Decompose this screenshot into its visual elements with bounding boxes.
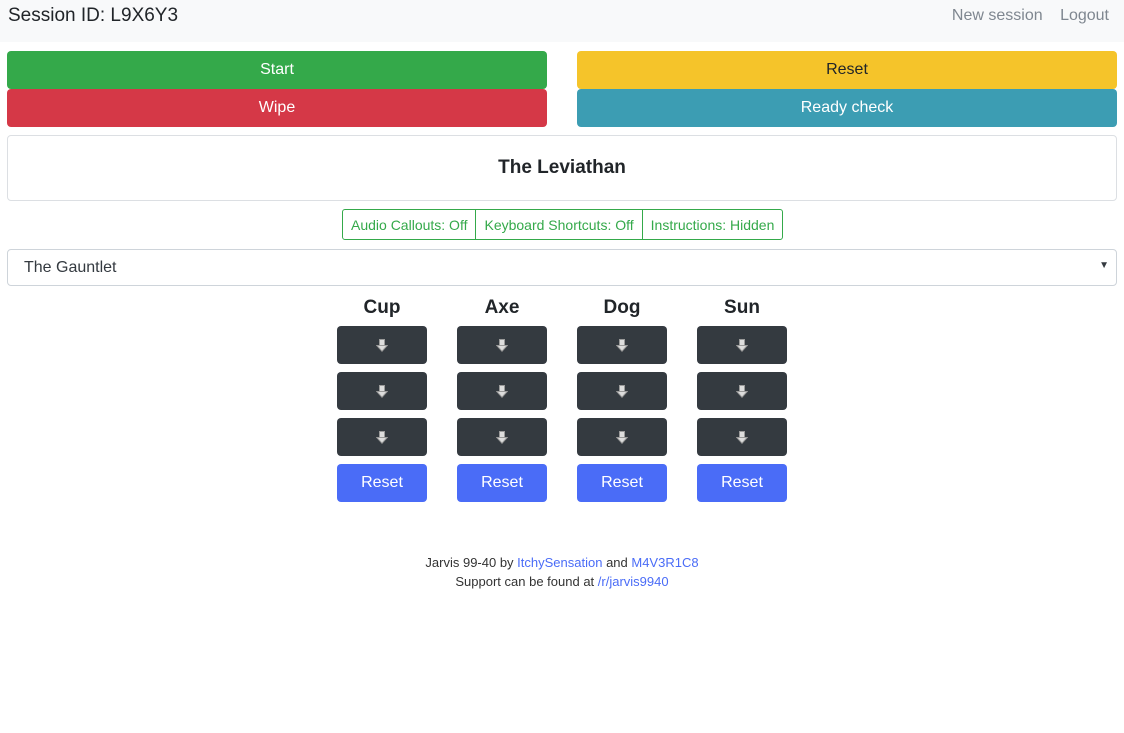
new-session-link[interactable]: New session (952, 7, 1043, 24)
start-button[interactable]: Start (7, 51, 547, 89)
raid-title: The Leviathan (498, 157, 626, 178)
footer-and: and (602, 555, 632, 570)
column-reset-button-sun[interactable]: Reset (697, 464, 787, 502)
slot-cup-1[interactable] (337, 326, 427, 364)
slot-sun-2[interactable] (697, 372, 787, 410)
slot-axe-2[interactable] (457, 372, 547, 410)
column-title-sun: Sun (724, 297, 760, 318)
encounter-select-value: The Gauntlet (24, 258, 117, 276)
encounter-select[interactable]: The Gauntlet ▼ (7, 249, 1117, 286)
down-arrow-icon (376, 338, 388, 352)
nav-links: New session Logout (939, 7, 1109, 25)
column-title-cup: Cup (363, 297, 401, 318)
toggle-group: Audio Callouts: Off Keyboard Shortcuts: … (342, 209, 784, 240)
down-arrow-icon (496, 384, 508, 398)
slot-axe-3[interactable] (457, 418, 547, 456)
slot-cup-3[interactable] (337, 418, 427, 456)
footer: Jarvis 99-40 by ItchySensation and M4V3R… (0, 553, 1124, 591)
down-arrow-icon (616, 338, 628, 352)
slot-dog-3[interactable] (577, 418, 667, 456)
slot-sun-3[interactable] (697, 418, 787, 456)
instructions-toggle[interactable]: Instructions: Hidden (643, 210, 783, 239)
author-link-m4v3r1c8[interactable]: M4V3R1C8 (631, 555, 698, 570)
down-arrow-icon (376, 384, 388, 398)
slot-axe-1[interactable] (457, 326, 547, 364)
down-arrow-icon (496, 430, 508, 444)
column-title-dog: Dog (603, 297, 641, 318)
ready-check-button[interactable]: Ready check (577, 89, 1117, 127)
column-sun: Sun Reset (697, 294, 787, 502)
down-arrow-icon (616, 430, 628, 444)
author-link-itchysensation[interactable]: ItchySensation (517, 555, 602, 570)
logout-link[interactable]: Logout (1060, 7, 1109, 24)
footer-credits: Jarvis 99-40 by ItchySensation and M4V3R… (0, 553, 1124, 572)
down-arrow-icon (376, 430, 388, 444)
down-arrow-icon (496, 338, 508, 352)
column-dog: Dog Reset (577, 294, 667, 502)
navbar: Session ID: L9X6Y3 New session Logout (0, 0, 1124, 42)
slot-sun-1[interactable] (697, 326, 787, 364)
slot-cup-2[interactable] (337, 372, 427, 410)
audio-callouts-toggle[interactable]: Audio Callouts: Off (343, 210, 477, 239)
column-reset-button-axe[interactable]: Reset (457, 464, 547, 502)
reset-button[interactable]: Reset (577, 51, 1117, 89)
column-reset-button-cup[interactable]: Reset (337, 464, 427, 502)
slot-dog-2[interactable] (577, 372, 667, 410)
footer-support: Support can be found at /r/jarvis9940 (0, 572, 1124, 591)
column-cup: Cup Reset (337, 294, 427, 502)
down-arrow-icon (736, 338, 748, 352)
keyboard-shortcuts-toggle[interactable]: Keyboard Shortcuts: Off (476, 210, 643, 239)
column-title-axe: Axe (484, 297, 520, 318)
down-arrow-icon (736, 384, 748, 398)
wipe-button[interactable]: Wipe (7, 89, 547, 127)
session-id: Session ID: L9X6Y3 (8, 5, 179, 26)
raid-card: The Leviathan (7, 135, 1117, 201)
column-reset-button-dog[interactable]: Reset (577, 464, 667, 502)
column-axe: Axe Reset (457, 294, 547, 502)
footer-credits-prefix: Jarvis 99-40 by (425, 555, 518, 570)
down-arrow-icon (736, 430, 748, 444)
footer-support-prefix: Support can be found at (455, 574, 598, 589)
down-arrow-icon (616, 384, 628, 398)
slot-dog-1[interactable] (577, 326, 667, 364)
caret-down-icon: ▼ (1099, 260, 1109, 271)
support-link[interactable]: /r/jarvis9940 (598, 574, 669, 589)
